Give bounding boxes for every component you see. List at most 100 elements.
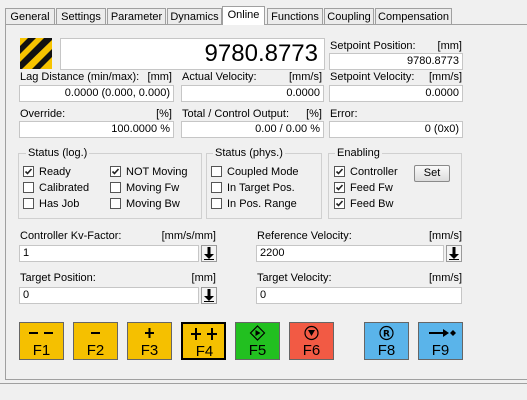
setpoint-position-unit: [mm] bbox=[437, 40, 462, 52]
f8-reset-button[interactable]: R F8 bbox=[364, 322, 409, 360]
tab-online[interactable]: Online bbox=[222, 6, 265, 25]
f2-label: F2 bbox=[86, 342, 105, 359]
controller-kv-apply-button[interactable] bbox=[201, 245, 217, 262]
error-label: Error: bbox=[330, 108, 358, 120]
svg-text:R: R bbox=[383, 330, 390, 340]
controller-kv-unit: [mm/s/mm] bbox=[161, 230, 216, 242]
target-position-unit: [mm] bbox=[191, 272, 216, 284]
controller-kv-input[interactable]: 1 bbox=[19, 245, 199, 262]
diamond-start-icon bbox=[249, 325, 266, 341]
checkbox-box bbox=[23, 182, 34, 193]
tab-functions[interactable]: Functions bbox=[267, 8, 323, 24]
tab-compensation[interactable]: Compensation bbox=[375, 8, 452, 24]
status-log-title: Status (log.) bbox=[26, 147, 90, 160]
down-arrow-icon bbox=[204, 247, 214, 260]
plus-icon bbox=[145, 328, 154, 338]
checkbox-box bbox=[110, 182, 121, 193]
stop-circle-icon bbox=[304, 325, 319, 341]
checkbox-box bbox=[110, 198, 121, 209]
in-target-pos-label: In Target Pos. bbox=[227, 182, 295, 194]
checkbox-box bbox=[334, 198, 345, 209]
override-field: 100.0000 % bbox=[19, 121, 174, 138]
enabling-title: Enabling bbox=[335, 147, 382, 160]
lag-distance-unit: [mm] bbox=[147, 71, 172, 83]
total-control-output-field: 0.00 / 0.00 % bbox=[181, 121, 324, 138]
target-velocity-unit: [mm/s] bbox=[429, 272, 462, 284]
reference-velocity-label: Reference Velocity: bbox=[257, 230, 352, 242]
checkbox-box bbox=[334, 182, 345, 193]
f9-label: F9 bbox=[431, 342, 450, 359]
actual-velocity-field: 0.0000 bbox=[181, 85, 324, 102]
checkbox-box bbox=[23, 198, 34, 209]
f8-label: F8 bbox=[377, 342, 396, 359]
tab-parameter[interactable]: Parameter bbox=[107, 8, 166, 24]
error-field: 0 (0x0) bbox=[329, 121, 463, 138]
calibrated-label: Calibrated bbox=[39, 182, 90, 194]
setpoint-position-label: Setpoint Position: bbox=[330, 40, 416, 52]
status-phys-title: Status (phys.) bbox=[213, 147, 285, 160]
checkbox-box bbox=[334, 166, 345, 177]
reset-r-icon: R bbox=[379, 325, 394, 341]
down-arrow-icon bbox=[204, 289, 214, 302]
enabling-group bbox=[328, 153, 462, 219]
target-position-input[interactable]: 0 bbox=[19, 287, 199, 304]
not-moving-label: NOT Moving bbox=[126, 166, 188, 178]
f3-label: F3 bbox=[140, 342, 159, 359]
actual-velocity-label: Actual Velocity: bbox=[182, 71, 257, 83]
target-position-apply-button[interactable] bbox=[201, 287, 217, 304]
down-arrow-icon bbox=[449, 247, 459, 260]
f3-forward-button[interactable]: F3 bbox=[127, 322, 172, 360]
f2-backward-button[interactable]: F2 bbox=[73, 322, 118, 360]
tab-general[interactable]: General bbox=[5, 8, 55, 24]
reference-velocity-unit: [mm/s] bbox=[429, 230, 462, 242]
tab-coupling[interactable]: Coupling bbox=[324, 8, 374, 24]
tab-bar: General Settings Parameter Dynamics Onli… bbox=[0, 0, 527, 25]
f1-label: F1 bbox=[32, 342, 51, 359]
f6-stop-button[interactable]: F6 bbox=[289, 322, 334, 360]
setpoint-velocity-field: 0.0000 bbox=[329, 85, 463, 102]
total-control-output-label: Total / Control Output: bbox=[182, 108, 289, 120]
target-position-label: Target Position: bbox=[20, 272, 96, 284]
controller-kv-label: Controller Kv-Factor: bbox=[20, 230, 122, 242]
in-pos-range-label: In Pos. Range bbox=[227, 198, 297, 210]
set-enabling-button[interactable]: Set bbox=[414, 165, 450, 182]
moving-fw-label: Moving Fw bbox=[126, 182, 180, 194]
f6-label: F6 bbox=[302, 342, 321, 359]
f4-label: F4 bbox=[195, 343, 214, 360]
total-control-output-unit: [%] bbox=[306, 108, 322, 120]
actual-velocity-unit: [mm/s] bbox=[289, 71, 322, 83]
coupled-mode-label: Coupled Mode bbox=[227, 166, 299, 178]
checkbox-box bbox=[110, 166, 121, 177]
tab-settings[interactable]: Settings bbox=[56, 8, 106, 24]
lag-distance-label: Lag Distance (min/max): bbox=[20, 71, 140, 83]
has-job-label: Has Job bbox=[39, 198, 80, 210]
setpoint-position-field: 9780.8773 bbox=[329, 53, 463, 70]
reference-velocity-input[interactable]: 2200 bbox=[256, 245, 444, 262]
f5-start-button[interactable]: F5 bbox=[235, 322, 280, 360]
override-label: Override: bbox=[20, 108, 66, 120]
arrow-to-target-icon bbox=[429, 329, 456, 337]
actual-position-display: 9780.8773 bbox=[60, 38, 325, 70]
ready-label: Ready bbox=[39, 166, 71, 178]
reference-velocity-apply-button[interactable] bbox=[446, 245, 462, 262]
target-velocity-input[interactable]: 0 bbox=[256, 287, 462, 304]
minus-icon bbox=[91, 332, 100, 334]
checkbox-box bbox=[211, 182, 222, 193]
setpoint-velocity-unit: [mm/s] bbox=[429, 71, 462, 83]
controller-enable-label: Controller bbox=[350, 166, 398, 178]
moving-bw-label: Moving Bw bbox=[126, 198, 180, 210]
override-unit: [%] bbox=[156, 108, 172, 120]
f5-label: F5 bbox=[248, 342, 267, 359]
double-plus-icon bbox=[191, 328, 217, 340]
f1-fast-backward-button[interactable]: F1 bbox=[19, 322, 64, 360]
axis-logo-icon bbox=[20, 38, 52, 69]
tab-dynamics[interactable]: Dynamics bbox=[167, 8, 222, 24]
status-strip bbox=[0, 384, 527, 400]
double-minus-icon bbox=[29, 332, 53, 334]
checkbox-box bbox=[23, 166, 34, 177]
f4-fast-forward-button[interactable]: F4 bbox=[181, 322, 226, 360]
feed-fw-label: Feed Fw bbox=[350, 182, 393, 194]
f9-move-to-target-button[interactable]: F9 bbox=[418, 322, 463, 360]
checkbox-box bbox=[211, 166, 222, 177]
setpoint-velocity-label: Setpoint Velocity: bbox=[330, 71, 415, 83]
